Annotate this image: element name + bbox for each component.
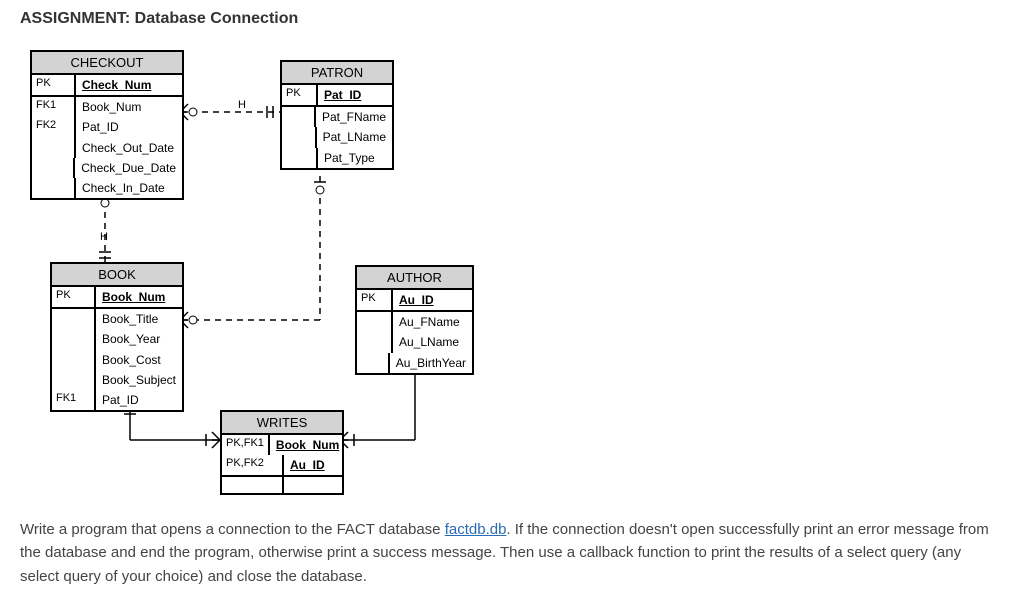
entity-header: BOOK [52,264,182,287]
pkfk1-label: PK,FK1 [222,435,270,455]
entity-writes: WRITES PK,FK1 Book_Num PK,FK2 Au_ID [220,410,344,495]
pkfk2-label: PK,FK2 [222,455,284,475]
entity-book: BOOK PK Book_Num Book_Title Book_Year Bo… [50,262,184,412]
attr: Pat_Type [318,148,392,168]
entity-header: PATRON [282,62,392,85]
instr-pre: Write a program that opens a connection … [20,521,445,538]
entity-header: AUTHOR [357,267,472,290]
fk1-label: FK1 [32,97,76,117]
instructions-text: Write a program that opens a connection … [20,518,994,588]
attr: Pat_LName [317,127,392,147]
pk-label: PK [32,75,76,95]
attr: Au_FName [393,312,472,332]
pk-label: PK [357,290,393,310]
attr: Book_Subject [96,370,182,390]
factdb-link[interactable]: factdb.db [445,521,507,538]
attr: Check_Due_Date [75,158,182,178]
fk1-field: Pat_ID [96,390,182,410]
pk-label: PK [52,287,96,307]
attr: Au_BirthYear [390,353,472,373]
entity-checkout: CHECKOUT PK Check_Num FK1 Book_Num FK2 P… [30,50,184,200]
attr: Book_Title [96,309,182,329]
fk2-field: Pat_ID [76,117,182,137]
svg-text:H: H [238,99,246,111]
fk2-label: FK2 [32,117,76,137]
fk1-label: FK1 [52,390,96,410]
pk-label: PK [282,85,318,105]
pk-field: Check_Num [82,78,151,92]
entity-author: AUTHOR PK Au_ID Au_FName Au_LName Au_Bir… [355,265,474,375]
attr: Pat_FName [316,107,392,127]
attr: Book_Year [96,329,182,349]
page-title: ASSIGNMENT: Database Connection [20,10,994,28]
pkfk1-field: Book_Num [276,438,339,452]
entity-header: WRITES [222,412,342,435]
er-diagram: H H [20,40,480,500]
entity-header: CHECKOUT [32,52,182,75]
pk-field: Au_ID [399,293,434,307]
fk1-field: Book_Num [76,97,182,117]
attr: Check_In_Date [76,178,182,198]
attr: Book_Cost [96,350,182,370]
svg-text:H: H [100,231,108,243]
pk-field: Book_Num [102,290,165,304]
pkfk2-field: Au_ID [290,458,325,472]
attr: Au_LName [393,332,472,352]
pk-field: Pat_ID [324,88,361,102]
entity-patron: PATRON PK Pat_ID Pat_FName Pat_LName Pat… [280,60,394,170]
attr: Check_Out_Date [76,138,182,158]
